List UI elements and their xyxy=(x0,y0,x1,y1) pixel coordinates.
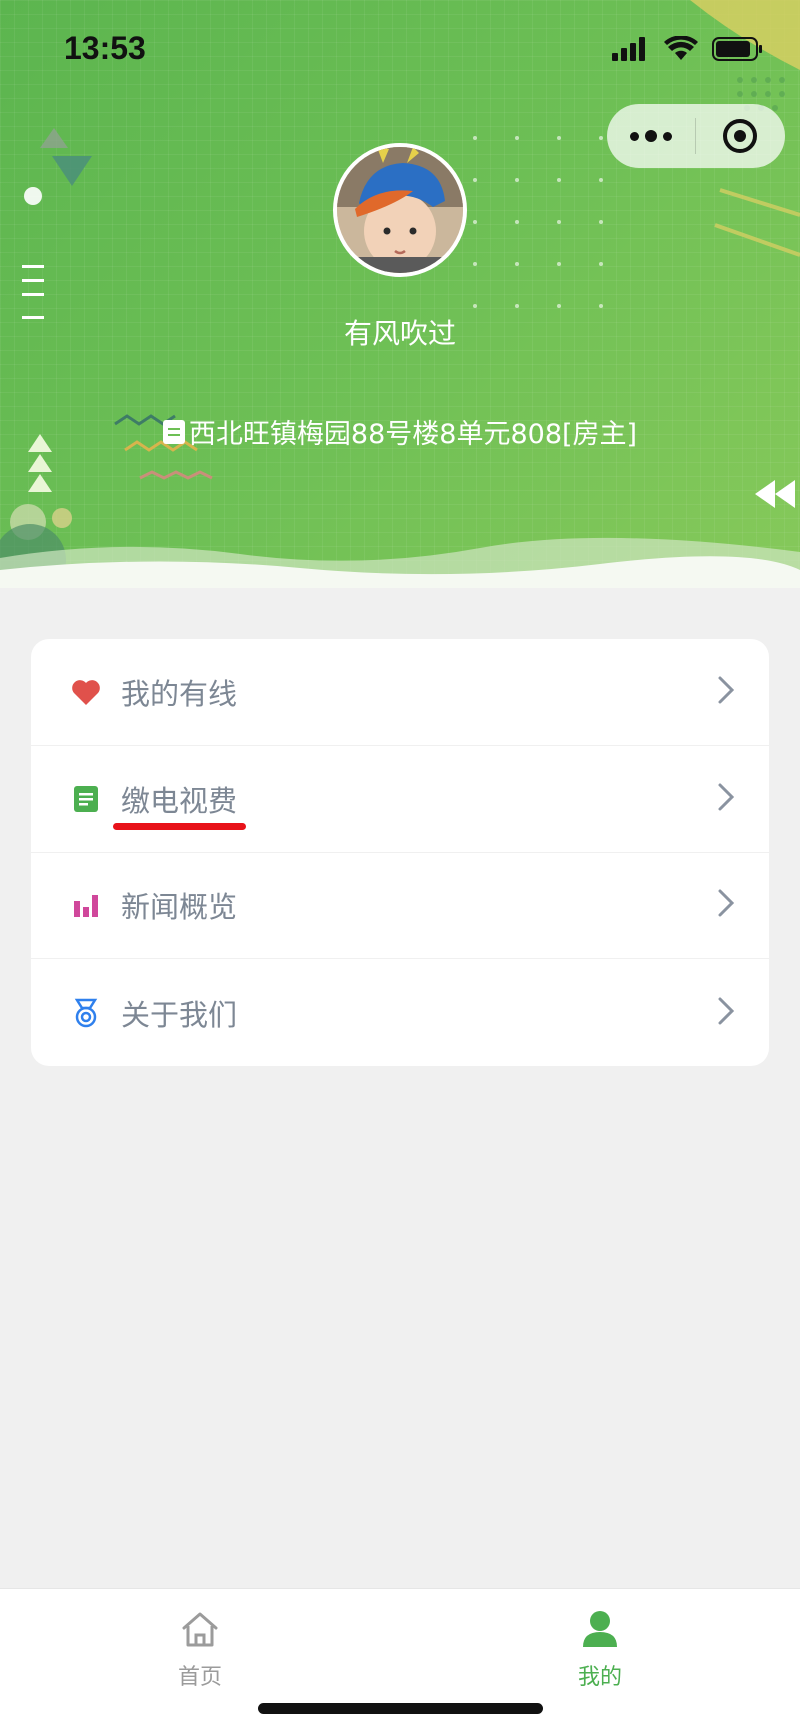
menu-item-label: 缴电视费 xyxy=(121,783,238,818)
miniprogram-capsule xyxy=(607,104,785,168)
target-close-icon[interactable] xyxy=(696,104,784,168)
heart-icon xyxy=(71,677,101,707)
id-card-icon xyxy=(162,419,185,444)
user-address: 西北旺镇梅园88号楼8单元808[房主] xyxy=(0,412,800,451)
chevron-right-icon xyxy=(717,888,735,922)
bar-chart-icon xyxy=(71,890,101,920)
tab-home-label: 首页 xyxy=(177,1665,222,1690)
home-icon xyxy=(120,1607,280,1651)
cellular-signal-icon xyxy=(612,37,645,61)
medal-icon xyxy=(71,998,101,1028)
tab-mine[interactable]: 我的 xyxy=(520,1607,680,1691)
banner-wave xyxy=(0,537,800,588)
tab-home[interactable]: 首页 xyxy=(120,1607,280,1691)
menu-item-about-us[interactable]: 关于我们 xyxy=(31,959,769,1066)
menu-item-my-cable[interactable]: 我的有线 xyxy=(31,639,769,746)
menu-list: 我的有线 缴电视费 新闻概览 关于我们 xyxy=(31,639,769,1066)
chevron-right-icon xyxy=(717,675,735,709)
highlight-underline xyxy=(113,822,246,830)
tab-mine-label: 我的 xyxy=(577,1665,622,1690)
user-nickname: 有风吹过 xyxy=(343,317,456,350)
status-bar: 13:53 xyxy=(0,0,800,100)
status-icons xyxy=(612,36,764,62)
more-dots-icon[interactable] xyxy=(607,104,695,168)
wifi-icon xyxy=(664,36,698,60)
my-page: 13:53 有风吹过 西北旺镇梅园88号楼8单元808[房主] 我的有线 缴电视… xyxy=(0,0,800,1731)
home-indicator xyxy=(258,1703,543,1714)
menu-item-label: 新闻概览 xyxy=(121,890,238,925)
status-time: 13:53 xyxy=(64,30,146,66)
menu-item-news-overview[interactable]: 新闻概览 xyxy=(31,853,769,960)
battery-icon xyxy=(712,37,762,61)
profile-banner: 13:53 有风吹过 西北旺镇梅园88号楼8单元808[房主] xyxy=(0,0,800,588)
menu-item-label: 我的有线 xyxy=(121,676,238,711)
chevron-right-icon xyxy=(717,996,735,1030)
avatar[interactable] xyxy=(333,143,467,277)
bill-icon xyxy=(71,784,101,814)
menu-item-pay-tv-fee[interactable]: 缴电视费 xyxy=(31,746,769,853)
menu-item-label: 关于我们 xyxy=(121,997,238,1032)
address-text: 西北旺镇梅园88号楼8单元808[房主] xyxy=(188,419,638,450)
chevron-right-icon xyxy=(717,782,735,816)
user-icon xyxy=(520,1607,680,1651)
